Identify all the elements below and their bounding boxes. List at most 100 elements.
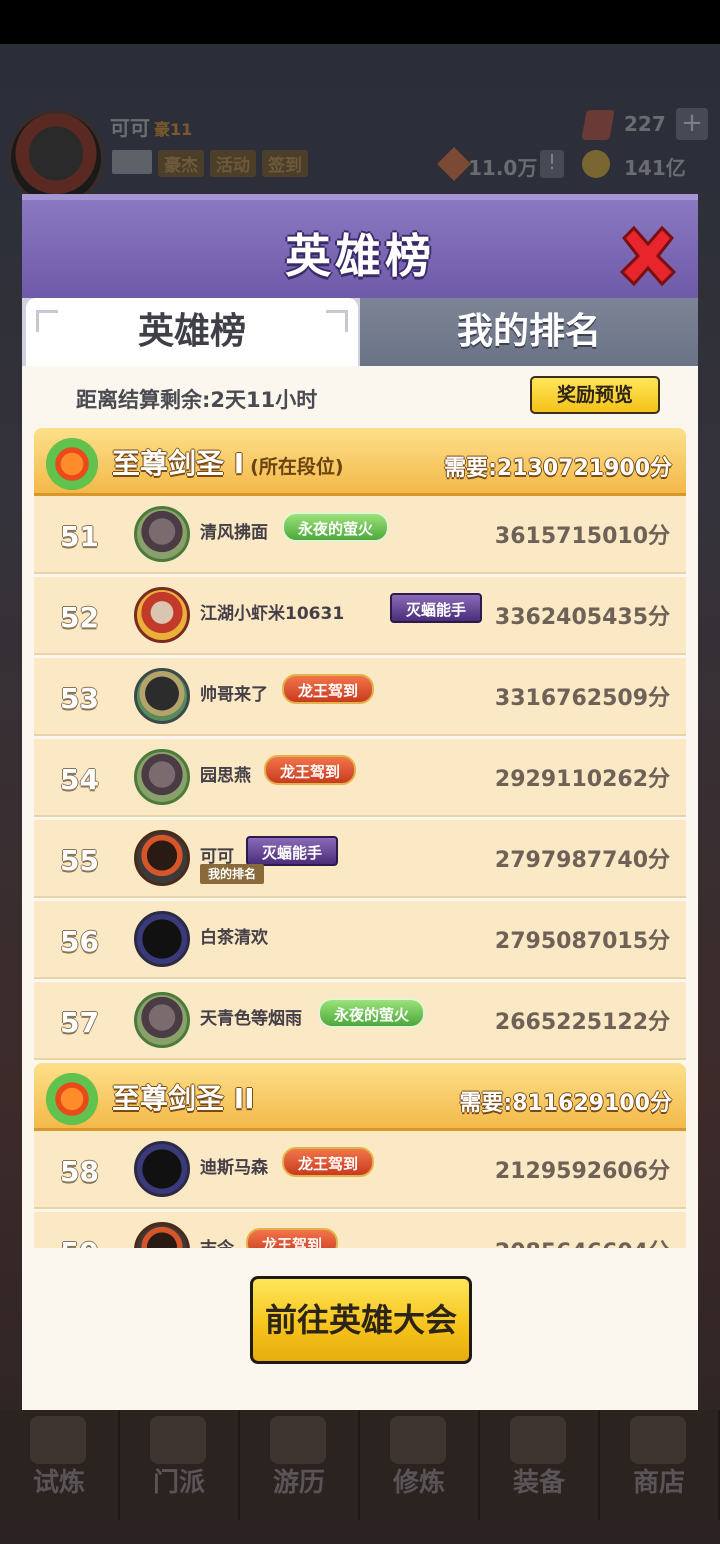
score: 2795087015分: [494, 929, 670, 954]
player-level: 豪11: [154, 120, 193, 139]
title-badge: 龙王驾到: [246, 1228, 339, 1248]
player-avatar[interactable]: [134, 506, 190, 562]
score: 3316762509分: [494, 686, 670, 711]
score: 3615715010分: [494, 524, 670, 549]
ranking-row[interactable]: 57 天青色等烟雨 永夜的萤火 2665225122分: [34, 982, 686, 1060]
go-hero-conference-button[interactable]: 前往英雄大会: [250, 1276, 472, 1364]
player-avatar[interactable]: [134, 1141, 190, 1197]
rank-number: 52: [60, 601, 99, 634]
bg-button-activity: 活动: [210, 150, 256, 177]
trial-icon: [30, 1416, 86, 1464]
nav-trial: 试炼: [0, 1410, 120, 1520]
bg-button-haojie: 豪杰: [158, 150, 204, 177]
player-avatar[interactable]: [134, 830, 190, 886]
hero-ranking-dialog: 英雄榜 英雄榜 我的排名 距离结算剩余:2天11小时 奖励预览 至尊剑圣 I (所…: [22, 194, 698, 1410]
ranking-row[interactable]: 54 园思燕 龙王驾到 2929110262分: [34, 739, 686, 817]
nav-shop: 商店: [600, 1410, 720, 1520]
player-avatar[interactable]: [134, 992, 190, 1048]
gem-icon: [581, 110, 615, 140]
ranking-row[interactable]: 53 帅哥来了 龙王驾到 3316762509分: [34, 658, 686, 736]
rank-number: 59: [60, 1236, 99, 1248]
nav-sect: 门派: [120, 1410, 240, 1520]
tier-emblem-icon: [46, 438, 98, 490]
rank-number: 54: [60, 763, 99, 796]
reward-preview-button[interactable]: 奖励预览: [530, 376, 660, 414]
background-buttons: 豪杰 活动 签到: [112, 150, 308, 177]
player-avatar[interactable]: [134, 587, 190, 643]
sect-icon: [150, 1416, 206, 1464]
power-value: 11.0万: [468, 156, 538, 180]
coin-icon: [582, 150, 610, 178]
title-badge: 永夜的萤火: [318, 998, 426, 1028]
ranking-row[interactable]: 51 清风拂面 永夜的萤火 3615715010分: [34, 496, 686, 574]
status-bar: [0, 0, 720, 44]
dialog-header: 英雄榜: [22, 194, 698, 298]
background-topbar: [0, 90, 720, 200]
score: 2665225122分: [494, 1010, 670, 1035]
title-badge: 灭蝠能手: [246, 836, 339, 866]
player-name: 园思燕: [200, 766, 251, 786]
coin-count: 141亿: [624, 156, 686, 180]
tier-name: 至尊剑圣 I (所在段位): [112, 447, 344, 480]
player-avatar[interactable]: [134, 749, 190, 805]
nav-equipment: 装备: [480, 1410, 600, 1520]
rank-number: 51: [60, 520, 99, 553]
player-avatar[interactable]: [134, 911, 190, 967]
cultivate-icon: [390, 1416, 446, 1464]
tier-header: 至尊剑圣 I (所在段位) 需要:2130721900分: [34, 428, 686, 496]
title-badge: 永夜的萤火: [282, 512, 390, 542]
info-icon: !: [540, 150, 564, 178]
tier-sub: (所在段位): [250, 456, 344, 478]
player-avatar[interactable]: [134, 1222, 190, 1248]
info-row: 距离结算剩余:2天11小时 奖励预览: [22, 366, 698, 428]
ranking-row[interactable]: 52 江湖小虾米10631 灭蝠能手 3362405435分: [34, 577, 686, 655]
dialog-title: 英雄榜: [285, 229, 435, 283]
tab-hero-ranking[interactable]: 英雄榜: [26, 298, 358, 366]
gem-count: 227: [624, 112, 666, 136]
close-icon: [619, 225, 677, 287]
close-button[interactable]: [616, 224, 680, 288]
player-avatar: [8, 110, 104, 206]
tier-emblem-icon: [46, 1073, 98, 1125]
rank-number: 55: [60, 844, 99, 877]
travel-icon: [270, 1416, 326, 1464]
score: 2797987740分: [494, 848, 670, 873]
title-badge: 龙王驾到: [282, 1147, 375, 1177]
score: 2929110262分: [494, 767, 670, 792]
ranking-row[interactable]: 55 可可 灭蝠能手 我的排名 2797987740分: [34, 820, 686, 898]
nav-travel: 游历: [240, 1410, 360, 1520]
player-name: 迪斯马森: [200, 1158, 268, 1178]
mail-icon: [112, 150, 152, 174]
player-name: 清风拂面: [200, 523, 268, 543]
tab-bar: 英雄榜 我的排名: [22, 298, 698, 366]
shop-icon: [630, 1416, 686, 1464]
score: 2085646604分: [495, 1234, 670, 1248]
rank-number: 53: [60, 682, 99, 715]
player-name: 白茶清欢: [200, 928, 268, 948]
ranking-row[interactable]: 56 白茶清欢 2795087015分: [34, 901, 686, 979]
tab-decoration: [326, 310, 348, 332]
score: 3362405435分: [494, 605, 670, 630]
player-name: 帅哥来了: [200, 685, 268, 705]
player-name: 天青色等烟雨: [200, 1009, 302, 1029]
title-badge: 灭蝠能手: [390, 593, 483, 623]
bg-button-signin: 签到: [262, 150, 308, 177]
player-name: 江湖小虾米10631: [200, 604, 345, 624]
rank-number: 56: [60, 925, 99, 958]
my-rank-tag: 我的排名: [200, 864, 265, 884]
settlement-countdown: 距离结算剩余:2天11小时: [76, 388, 318, 412]
player-avatar[interactable]: [134, 668, 190, 724]
tier-name: 至尊剑圣 II: [112, 1082, 255, 1115]
score: 2129592606分: [494, 1159, 670, 1184]
player-name: 末令: [200, 1234, 234, 1248]
nav-cultivate: 修炼: [360, 1410, 480, 1520]
ranking-row[interactable]: 58 迪斯马森 龙王驾到 2129592606分: [34, 1131, 686, 1209]
ranking-list[interactable]: 至尊剑圣 I (所在段位) 需要:2130721900分 51 清风拂面 永夜的萤火 361…: [34, 428, 686, 1248]
tab-decoration: [36, 310, 58, 332]
equipment-icon: [510, 1416, 566, 1464]
tier-requirement: 需要:2130721900分: [444, 456, 672, 481]
tab-my-ranking[interactable]: 我的排名: [360, 298, 698, 366]
tier-requirement: 需要:811629100分: [459, 1091, 672, 1116]
ranking-row[interactable]: 59 末令龙王驾到 2085646604分: [34, 1212, 686, 1248]
tier-header: 至尊剑圣 II 需要:811629100分: [34, 1063, 686, 1131]
